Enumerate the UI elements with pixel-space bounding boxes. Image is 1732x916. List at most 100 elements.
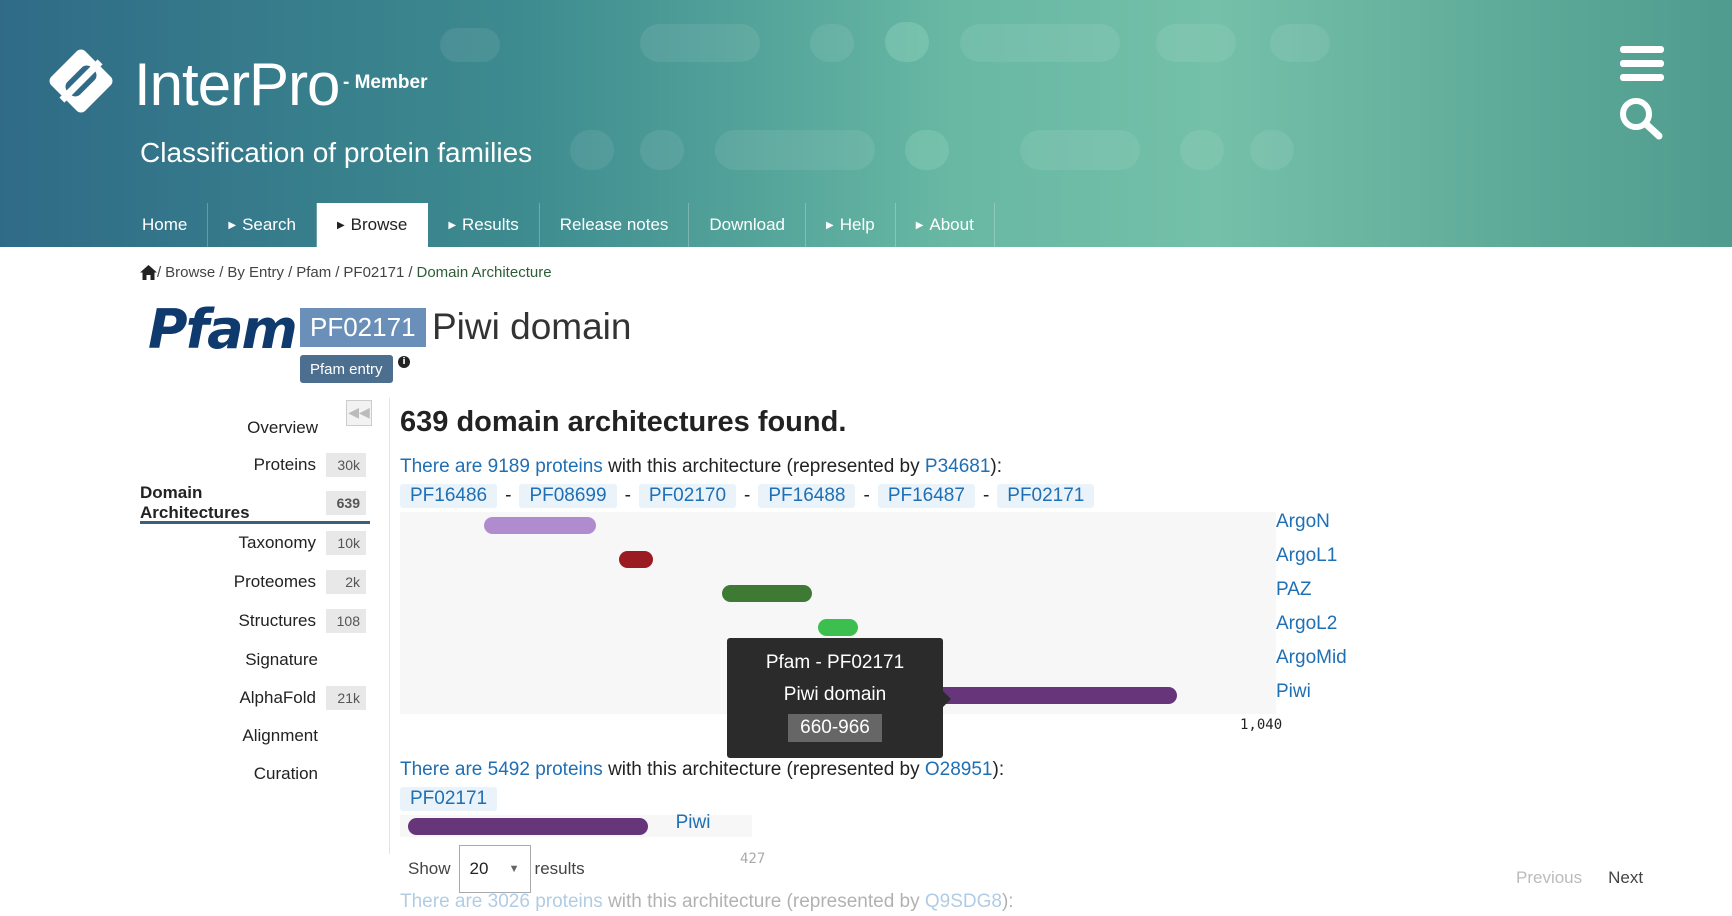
architecture-proteins-link[interactable]: There are 9189 proteins: [400, 456, 603, 477]
chip-separator: -: [863, 485, 870, 506]
architecture-summary: There are 5492 proteins with this archit…: [400, 759, 1004, 781]
domain-label-argomid[interactable]: ArgoMid: [1276, 647, 1347, 669]
caret-right-icon: ▶: [826, 219, 834, 231]
entry-accession: PF02171: [300, 308, 426, 347]
home-icon[interactable]: [140, 265, 157, 280]
caret-right-icon: ▶: [336, 219, 345, 231]
architecture-proteins-link[interactable]: There are 5492 proteins: [400, 759, 603, 780]
sidebar-item-label: Taxonomy: [238, 533, 316, 552]
domain-bar-paz[interactable]: [721, 585, 812, 602]
domain-label-piwi[interactable]: Piwi: [676, 812, 711, 834]
sidebar-item-domain-architectures[interactable]: Domain Architectures 639: [140, 482, 370, 524]
domain-label-argol1[interactable]: ArgoL1: [1276, 545, 1337, 567]
architecture-text: with this architecture (represented by: [602, 891, 925, 912]
breadcrumb-link[interactable]: Pfam: [296, 264, 331, 281]
representative-link[interactable]: Q9SDG8: [925, 891, 1002, 912]
next-page-button[interactable]: Next: [1608, 868, 1643, 888]
site-title[interactable]: InterPro: [134, 50, 340, 119]
sidebar-item-label: AlphaFold: [239, 688, 316, 707]
logo-icon[interactable]: [44, 44, 118, 118]
caret-right-icon: ▶: [448, 219, 457, 231]
sidebar-item-alignment[interactable]: Alignment: [140, 716, 370, 756]
sidebar-item-alphafold[interactable]: AlphaFold 21k: [140, 678, 370, 718]
architecture-summary: There are 9189 proteins with this archit…: [400, 456, 1002, 478]
nav-label: About: [929, 215, 974, 234]
architecture-text: with this architecture (represented by: [602, 759, 925, 780]
caret-right-icon: ▶: [228, 219, 237, 231]
results-heading: 639 domain architectures found.: [400, 406, 847, 438]
sidebar-item-proteomes[interactable]: Proteomes 2k: [140, 562, 370, 602]
nav-results[interactable]: ▶ Results: [428, 203, 540, 247]
breadcrumb-link[interactable]: By Entry: [227, 264, 284, 281]
tooltip-arrow: [943, 691, 951, 707]
domain-bar-argol2[interactable]: [818, 619, 859, 636]
chip-separator: -: [982, 485, 990, 506]
domain-chip[interactable]: PF02170: [638, 484, 737, 508]
previous-page-button[interactable]: Previous: [1516, 868, 1582, 888]
sidebar-item-count: 108: [326, 609, 366, 633]
architecture-chips: PF02171: [400, 787, 498, 811]
nav-help[interactable]: ▶ Help: [806, 203, 896, 247]
site-header: InterPro - Member Classification of prot…: [0, 0, 1732, 247]
menu-icon[interactable]: [1620, 46, 1664, 82]
representative-link[interactable]: O28951: [925, 759, 993, 780]
domain-chip[interactable]: PF16487: [877, 484, 975, 508]
domain-chip[interactable]: PF02171: [997, 484, 1095, 508]
nav-label: Help: [839, 215, 875, 234]
chip-separator: -: [505, 485, 512, 506]
site-tagline: Classification of protein families: [140, 137, 533, 168]
domain-bar-argon[interactable]: [484, 517, 597, 534]
sidebar-item-taxonomy[interactable]: Taxonomy 10k: [140, 523, 370, 563]
sidebar-item-label: Signature: [245, 650, 318, 669]
architecture-text-end: ):: [1001, 891, 1014, 912]
pfam-logo: Pfam: [148, 298, 298, 361]
domain-label-piwi[interactable]: Piwi: [1276, 681, 1311, 703]
architecture-chips: PF16486- PF08699- PF02170- PF16488- PF16487-…: [400, 484, 1095, 508]
architecture-proteins-link[interactable]: There are 3026 proteins: [400, 891, 603, 912]
sidebar-item-signature[interactable]: Signature: [140, 640, 370, 680]
nav-label: Browse: [350, 215, 408, 234]
nav-about[interactable]: ▶ About: [896, 203, 995, 247]
domain-chip[interactable]: PF08699: [519, 484, 617, 508]
domain-bar-piwi[interactable]: [407, 818, 648, 835]
sidebar-item-proteins[interactable]: Proteins 30k: [140, 445, 370, 485]
domain-chip[interactable]: PF16486: [400, 484, 498, 508]
breadcrumb-link[interactable]: Browse: [165, 264, 215, 281]
nav-release-notes[interactable]: Release notes: [540, 203, 690, 247]
show-label: Show: [408, 859, 451, 878]
sidebar-item-overview[interactable]: Overview: [140, 408, 370, 448]
sidebar-item-label: Domain Architectures: [140, 482, 250, 522]
breadcrumb-separator: /: [157, 264, 162, 281]
page-size-select[interactable]: 20 ▼: [458, 845, 531, 893]
architecture-text: with this architecture (represented by: [602, 456, 925, 477]
domain-label-argol2[interactable]: ArgoL2: [1276, 613, 1337, 635]
entry-type-badge: Pfam entry: [300, 355, 393, 383]
sidebar-item-count: 2k: [326, 570, 366, 594]
chip-separator: -: [744, 485, 751, 506]
domain-tooltip: Pfam - PF02171 Piwi domain 660-966: [727, 638, 943, 758]
sidebar-item-count: 10k: [326, 531, 366, 555]
representative-link[interactable]: P34681: [925, 456, 991, 477]
breadcrumb-link[interactable]: PF02171: [343, 264, 404, 281]
breadcrumb: / Browse / By Entry / Pfam / PF02171 / Domain A…: [140, 264, 552, 281]
domain-label-paz[interactable]: PAZ: [1276, 579, 1312, 601]
pagination: Previous Next: [1516, 868, 1643, 888]
domain-chip[interactable]: PF02171: [400, 787, 498, 811]
nav-home[interactable]: Home: [122, 203, 209, 247]
domain-bar-argol1[interactable]: [618, 551, 654, 568]
sidebar-item-structures[interactable]: Structures 108: [140, 601, 370, 641]
tooltip-name: Piwi domain: [783, 684, 887, 705]
breadcrumb-separator: /: [219, 264, 224, 281]
domain-chip[interactable]: PF16488: [758, 484, 856, 508]
chevron-down-icon: ▼: [508, 863, 520, 875]
protein-length: 1,040: [1240, 717, 1283, 733]
domain-label-argon[interactable]: ArgoN: [1276, 511, 1330, 533]
domain-bar-piwi[interactable]: [930, 687, 1177, 704]
info-icon[interactable]: i: [398, 356, 410, 368]
nav-search[interactable]: ▶ Search: [208, 203, 317, 247]
search-icon[interactable]: [1618, 96, 1664, 140]
nav-download[interactable]: Download: [689, 203, 807, 247]
sidebar-item-curation[interactable]: Curation: [140, 754, 370, 794]
nav-browse[interactable]: ▶ Browse: [316, 203, 429, 247]
architecture-summary: There are 3026 proteins with this archit…: [400, 891, 1014, 913]
